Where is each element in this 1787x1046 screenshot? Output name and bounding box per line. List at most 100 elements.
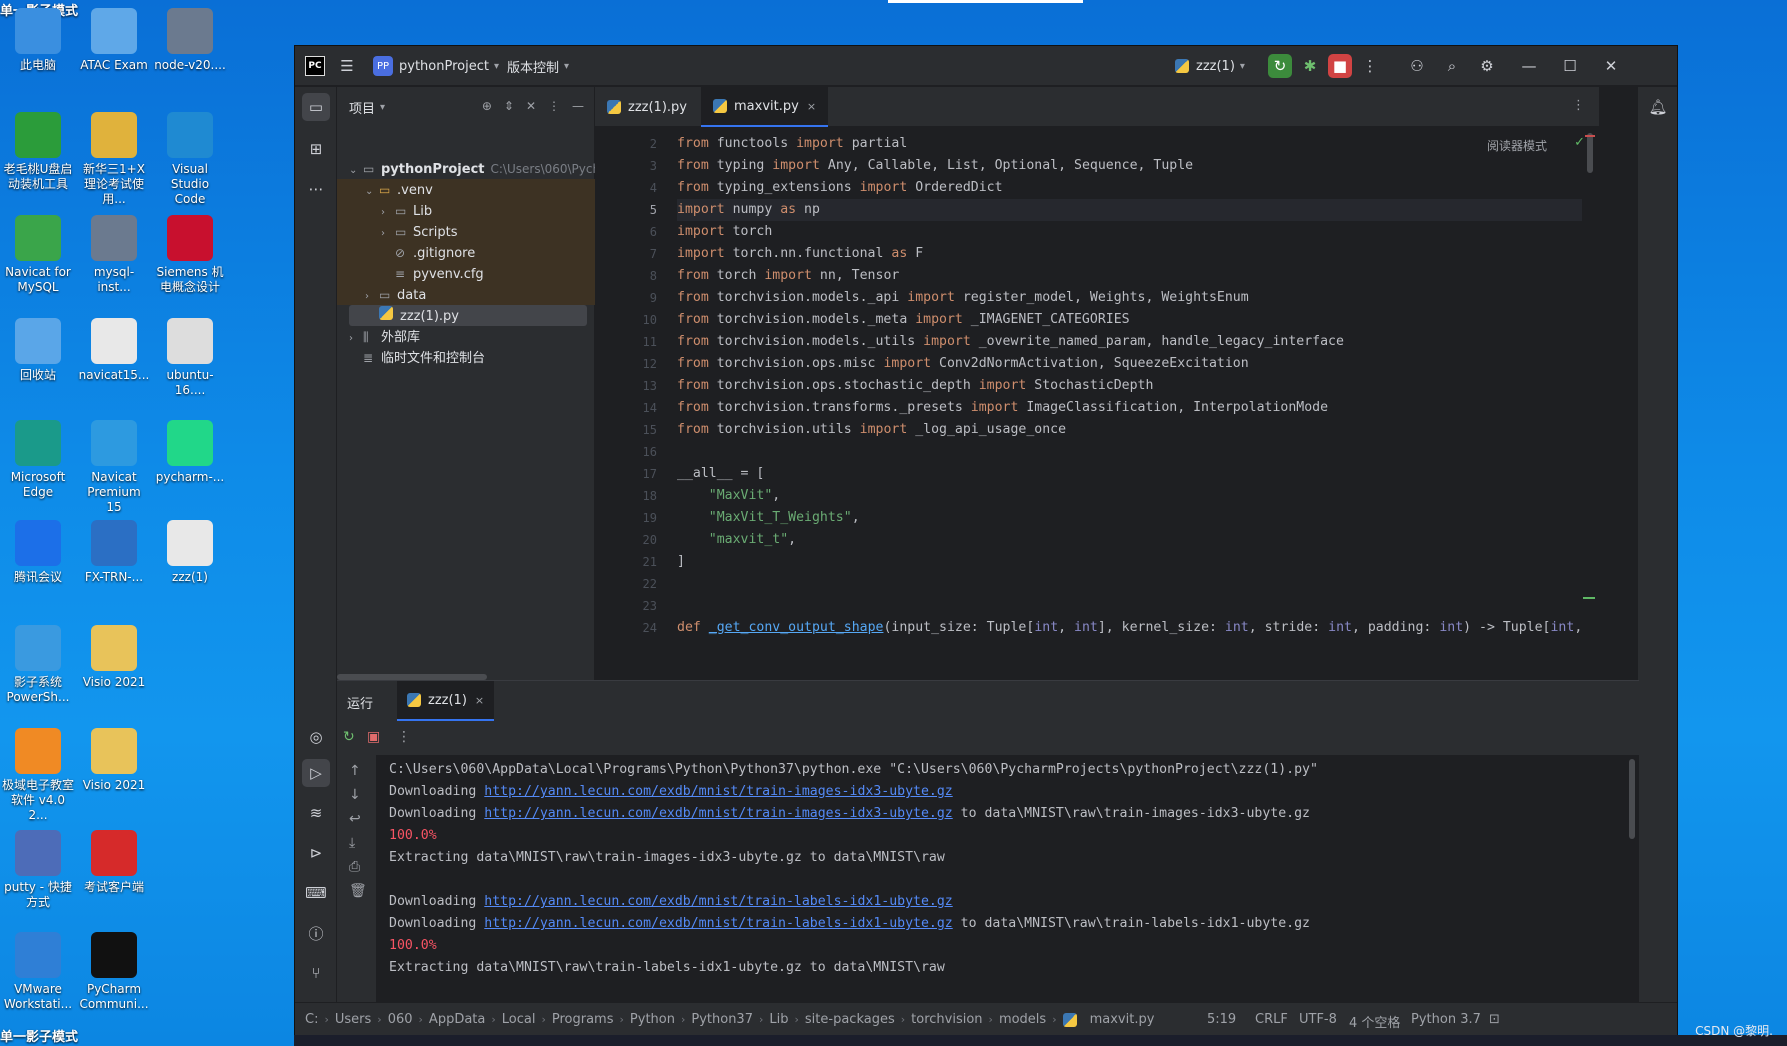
arrow-up-icon[interactable]: ↑ [349, 763, 361, 779]
desktop-icon[interactable]: 极域电子教室软件 v4.0 2... [2, 728, 74, 823]
desktop-icon[interactable]: Navicat Premium 15 [78, 420, 150, 515]
console-link[interactable]: http://yann.lecun.com/exdb/mnist/train-i… [484, 806, 952, 821]
breadcrumb-item[interactable]: Users [335, 1012, 371, 1027]
tree-item-lib[interactable]: › ▭ Lib [381, 201, 432, 222]
maximize-icon[interactable]: ☐ [1558, 54, 1582, 78]
python-console-icon[interactable]: ◎ [302, 723, 330, 751]
settings-icon[interactable]: ⚙ [1475, 54, 1499, 78]
console-output[interactable]: C:\Users\060\AppData\Local\Programs\Pyth… [377, 755, 1639, 1003]
caret-position[interactable]: 5:19 [1207, 1012, 1236, 1027]
minimize-icon[interactable]: — [1517, 54, 1541, 78]
desktop-icon[interactable]: Microsoft Edge [2, 420, 74, 500]
desktop-icon[interactable]: 新华三1+X理论考试使用... [78, 112, 150, 207]
desktop-icon[interactable]: 考试客户端 [78, 830, 150, 895]
desktop-icon[interactable]: node-v20.... [154, 8, 226, 73]
breadcrumb-item[interactable]: models [999, 1012, 1046, 1027]
desktop-icon[interactable]: Visual Studio Code [154, 112, 226, 207]
breadcrumb-item[interactable]: C: [305, 1012, 318, 1027]
desktop-icon[interactable]: mysql-inst... [78, 215, 150, 295]
menu-icon[interactable]: ☰ [335, 54, 359, 78]
code-content[interactable]: from functools import partial from typing… [677, 133, 1582, 680]
scroll-to-end-icon[interactable]: ⤓ [349, 835, 355, 851]
python-interpreter[interactable]: Python 3.7 [1411, 1012, 1481, 1027]
desktop-icon[interactable]: FX-TRN-... [78, 520, 150, 585]
run-window-icon[interactable]: ▷ [302, 759, 330, 787]
trash-icon[interactable]: 🗑︎ [349, 883, 367, 899]
breadcrumb-item[interactable]: torchvision [911, 1012, 982, 1027]
tabs-more-icon[interactable]: ⋮ [1572, 98, 1585, 113]
desktop-icon[interactable]: Visio 2021 [78, 625, 150, 690]
desktop-icon[interactable]: putty - 快捷方式 [2, 830, 74, 910]
tree-item-pyvenv[interactable]: ≡ pyvenv.cfg [395, 264, 484, 285]
tree-item-gitignore[interactable]: ⊘ .gitignore [395, 243, 475, 264]
more-tools-icon[interactable]: ⋯ [302, 175, 330, 203]
desktop-icon[interactable]: VMware Workstati... [2, 932, 74, 1012]
indent-setting[interactable]: 4 个空格 [1349, 1012, 1400, 1031]
breadcrumb-item[interactable]: maxvit.py [1090, 1012, 1155, 1027]
notifications-icon[interactable]: 🔔︎ [1644, 93, 1672, 121]
soft-wrap-icon[interactable]: ↩ [349, 811, 361, 827]
terminal-icon[interactable]: ⌨ [302, 879, 330, 907]
line-separator[interactable]: CRLF [1255, 1012, 1288, 1027]
lock-icon[interactable]: ⊡ [1489, 1012, 1500, 1027]
desktop-icon[interactable]: 此电脑 [2, 8, 74, 73]
stop-icon[interactable]: ■ [1328, 54, 1352, 78]
desktop-icon[interactable]: ubuntu-16.... [154, 318, 226, 398]
close-icon[interactable]: ✕ [1599, 54, 1623, 78]
tree-item-external-libs[interactable]: › ⫼ 外部库 [349, 327, 420, 348]
breadcrumb-item[interactable]: Python37 [691, 1012, 753, 1027]
stop-icon[interactable]: ▣ [367, 729, 380, 745]
tree-item-data[interactable]: › ▭ data [365, 285, 426, 306]
services-icon[interactable]: ⊳ [302, 839, 330, 867]
collapse-icon[interactable]: ✕ [526, 99, 536, 113]
run-config-selector[interactable]: zzz(1) ▾ [1175, 46, 1245, 86]
expand-icon[interactable]: ⇕ [504, 99, 514, 113]
git-icon[interactable]: ⑂ [302, 959, 330, 987]
problems-icon[interactable]: ⓘ [302, 919, 330, 947]
breadcrumb-item[interactable]: Local [502, 1012, 536, 1027]
tab-zzz[interactable]: zzz(1).py [595, 87, 699, 127]
search-icon[interactable]: ⌕ [1440, 54, 1464, 78]
rerun-icon[interactable]: ↻ [1268, 54, 1292, 78]
breadcrumb-item[interactable]: Programs [552, 1012, 614, 1027]
vcs-menu[interactable]: 版本控制 ▾ [507, 46, 569, 86]
options-icon[interactable]: ⋮ [548, 99, 560, 113]
tab-maxvit[interactable]: maxvit.py × [701, 87, 829, 127]
hide-icon[interactable]: — [572, 99, 584, 113]
file-encoding[interactable]: UTF-8 [1299, 1012, 1337, 1027]
breadcrumb-item[interactable]: AppData [429, 1012, 485, 1027]
layers-icon[interactable]: ≋ [302, 799, 330, 827]
tree-item-venv[interactable]: ⌄ ▭ .venv [365, 180, 433, 201]
tree-item-zzz[interactable]: zzz(1).py [379, 306, 459, 327]
breadcrumb-item[interactable]: Lib [769, 1012, 788, 1027]
close-tab-icon[interactable]: × [807, 100, 816, 113]
console-scrollbar[interactable] [1629, 759, 1635, 839]
desktop-icon[interactable]: 回收站 [2, 318, 74, 383]
error-stripe-mark[interactable] [1585, 135, 1595, 137]
structure-icon[interactable]: ⊞ [302, 135, 330, 163]
desktop-icon[interactable]: Siemens 机电概念设计 [154, 215, 226, 295]
run-tab-zzz[interactable]: zzz(1) × [397, 681, 495, 721]
desktop-icon[interactable]: zzz(1) [154, 520, 226, 585]
more-icon[interactable]: ⋮ [397, 729, 411, 745]
locate-icon[interactable]: ⊕ [482, 99, 492, 113]
console-link[interactable]: http://yann.lecun.com/exdb/mnist/train-l… [484, 916, 952, 931]
breadcrumb-item[interactable]: 060 [388, 1012, 413, 1027]
change-stripe-mark[interactable] [1583, 597, 1595, 599]
debug-icon[interactable]: ✱ [1298, 54, 1322, 78]
project-switcher[interactable]: PP pythonProject ▾ [373, 46, 499, 86]
breadcrumb-item[interactable]: site-packages [805, 1012, 895, 1027]
desktop-icon[interactable]: 腾讯会议 [2, 520, 74, 585]
desktop-icon[interactable]: PyCharm Communi... [78, 932, 150, 1012]
desktop-icon[interactable]: Navicat for MySQL [2, 215, 74, 295]
tree-item-scratches[interactable]: ≣ 临时文件和控制台 [363, 348, 485, 369]
desktop-icon[interactable]: ATAC Exam [78, 8, 150, 73]
more-icon[interactable]: ⋮ [1358, 54, 1382, 78]
close-tab-icon[interactable]: × [475, 694, 484, 707]
add-user-icon[interactable]: ⚇ [1405, 54, 1429, 78]
arrow-down-icon[interactable]: ↓ [349, 787, 361, 803]
desktop-icon[interactable]: pycharm-... [154, 420, 226, 485]
desktop-icon[interactable]: navicat15... [78, 318, 150, 383]
editor-scrollbar[interactable] [1587, 133, 1593, 173]
console-link[interactable]: http://yann.lecun.com/exdb/mnist/train-i… [484, 784, 952, 799]
